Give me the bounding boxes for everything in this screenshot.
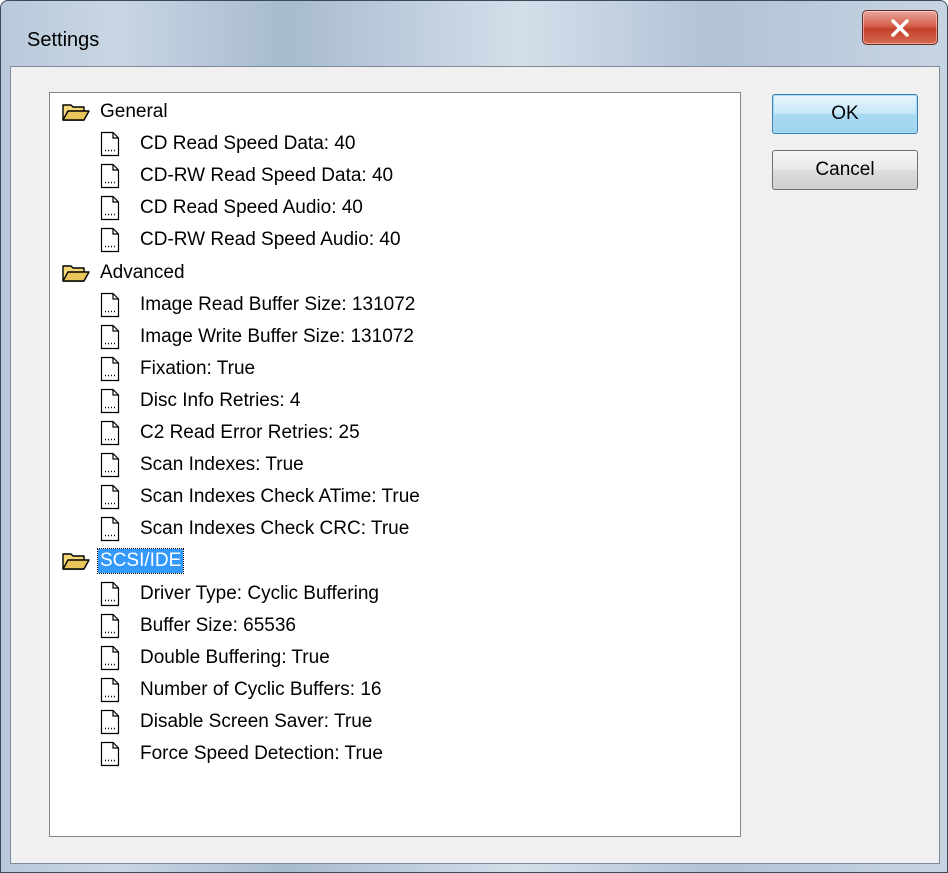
- folder-icon-wrap: [62, 97, 98, 127]
- document-icon-wrap: [100, 290, 138, 320]
- settings-dialog: Settings General CD Read Speed Data: 40 CD…: [0, 0, 948, 873]
- dialog-client-area: General CD Read Speed Data: 40 CD-RW Read …: [10, 66, 940, 864]
- settings-tree[interactable]: General CD Read Speed Data: 40 CD-RW Read …: [49, 92, 741, 837]
- tree-item[interactable]: Scan Indexes Check CRC: True: [100, 513, 411, 545]
- tree-item[interactable]: C2 Read Error Retries: 25: [100, 417, 362, 449]
- document-icon: [100, 356, 120, 381]
- tree-item-label: Scan Indexes Check ATime: True: [140, 486, 420, 508]
- close-button[interactable]: [862, 10, 938, 45]
- document-icon: [100, 741, 120, 767]
- tree-item[interactable]: CD-RW Read Speed Audio: 40: [100, 224, 403, 256]
- document-icon-wrap: [100, 322, 138, 352]
- tree-item[interactable]: CD-RW Read Speed Data: 40: [100, 160, 395, 192]
- document-icon-wrap: [100, 675, 138, 705]
- document-icon: [100, 613, 120, 638]
- tree-item-label: Disable Screen Saver: True: [140, 710, 373, 732]
- document-icon: [100, 645, 120, 670]
- tree-item[interactable]: Scan Indexes: True: [100, 449, 306, 481]
- document-icon: [100, 388, 120, 413]
- document-icon-wrap: [100, 707, 138, 737]
- tree-item-label: Image Read Buffer Size: 131072: [140, 293, 416, 315]
- document-icon-wrap: [100, 611, 138, 641]
- tree-item-label: Number of Cyclic Buffers: 16: [140, 678, 382, 700]
- tree-item[interactable]: Image Write Buffer Size: 131072: [100, 321, 416, 353]
- document-icon-wrap: [100, 482, 138, 512]
- document-icon: [100, 581, 120, 606]
- document-icon: [100, 164, 120, 189]
- window-title: Settings: [27, 29, 100, 51]
- document-icon: [100, 517, 120, 542]
- folder-icon-wrap: [62, 258, 98, 288]
- document-icon-wrap: [100, 161, 138, 191]
- document-icon: [100, 228, 120, 253]
- document-icon-wrap: [100, 129, 138, 159]
- tree-item[interactable]: Image Read Buffer Size: 131072: [100, 289, 417, 321]
- tree-item[interactable]: Driver Type: Cyclic Buffering: [100, 578, 381, 610]
- folder-icon-wrap: [62, 546, 98, 576]
- tree-item-label: Disc Info Retries: 4: [140, 389, 301, 411]
- tree-folder-advanced[interactable]: Advanced: [62, 257, 187, 289]
- open-folder-icon: [62, 264, 90, 282]
- tree-folder-label: SCSI/IDE: [96, 548, 185, 575]
- cancel-button[interactable]: Cancel: [772, 150, 918, 190]
- tree-folder-label: General: [100, 101, 168, 122]
- tree-item[interactable]: Number of Cyclic Buffers: 16: [100, 674, 383, 706]
- open-folder-icon: [62, 104, 90, 121]
- document-icon-wrap: [100, 193, 138, 223]
- document-icon: [100, 131, 120, 157]
- tree-item-label: CD-RW Read Speed Audio: 40: [140, 229, 401, 251]
- tree-item-label: Scan Indexes: True: [140, 454, 304, 476]
- document-icon-wrap: [100, 418, 138, 448]
- document-icon: [100, 709, 120, 734]
- document-icon-wrap: [100, 386, 138, 416]
- tree-item-label: C2 Read Error Retries: 25: [140, 422, 360, 443]
- document-icon: [100, 420, 120, 446]
- document-icon-wrap: [100, 354, 138, 384]
- tree-item[interactable]: Scan Indexes Check ATime: True: [100, 481, 422, 513]
- tree-item[interactable]: CD Read Speed Data: 40: [100, 128, 357, 160]
- document-icon: [100, 292, 120, 317]
- tree-item[interactable]: Disable Screen Saver: True: [100, 706, 374, 738]
- tree-item-label: Driver Type: Cyclic Buffering: [140, 582, 379, 604]
- tree-item-label: Fixation: True: [140, 357, 256, 379]
- tree-item[interactable]: Disc Info Retries: 4: [100, 385, 303, 417]
- document-icon-wrap: [100, 514, 138, 544]
- document-icon: [100, 196, 120, 221]
- document-icon: [100, 485, 120, 510]
- tree-item-label: Double Buffering: True: [140, 646, 330, 668]
- document-icon: [100, 677, 120, 702]
- document-icon-wrap: [100, 643, 138, 673]
- tree-folder-scsi-ide[interactable]: SCSI/IDE: [62, 545, 185, 577]
- document-icon-wrap: [100, 739, 138, 769]
- tree-item-label: CD Read Speed Data: 40: [140, 133, 356, 155]
- tree-item[interactable]: CD Read Speed Audio: 40: [100, 192, 365, 224]
- tree-item-label: Image Write Buffer Size: 131072: [140, 325, 414, 347]
- tree-item[interactable]: Buffer Size: 65536: [100, 610, 298, 642]
- tree-item-label: Buffer Size: 65536: [140, 614, 296, 636]
- tree-item[interactable]: Fixation: True: [100, 353, 257, 385]
- tree-item-label: CD-RW Read Speed Data: 40: [140, 165, 394, 187]
- tree-item[interactable]: Double Buffering: True: [100, 642, 332, 674]
- document-icon: [100, 324, 120, 349]
- document-icon-wrap: [100, 225, 138, 255]
- tree-item-label: Force Speed Detection: True: [140, 743, 383, 764]
- ok-button[interactable]: OK: [772, 94, 918, 134]
- document-icon-wrap: [100, 579, 138, 609]
- tree-folder-general[interactable]: General: [62, 96, 170, 128]
- tree-item-label: CD Read Speed Audio: 40: [140, 197, 363, 219]
- document-icon: [100, 452, 120, 478]
- tree-item[interactable]: Force Speed Detection: True: [100, 738, 385, 770]
- tree-folder-label: Advanced: [100, 261, 185, 283]
- close-icon: [891, 18, 909, 37]
- document-icon-wrap: [100, 450, 138, 480]
- tree-item-label: Scan Indexes Check CRC: True: [140, 518, 410, 540]
- open-folder-icon: [62, 553, 90, 571]
